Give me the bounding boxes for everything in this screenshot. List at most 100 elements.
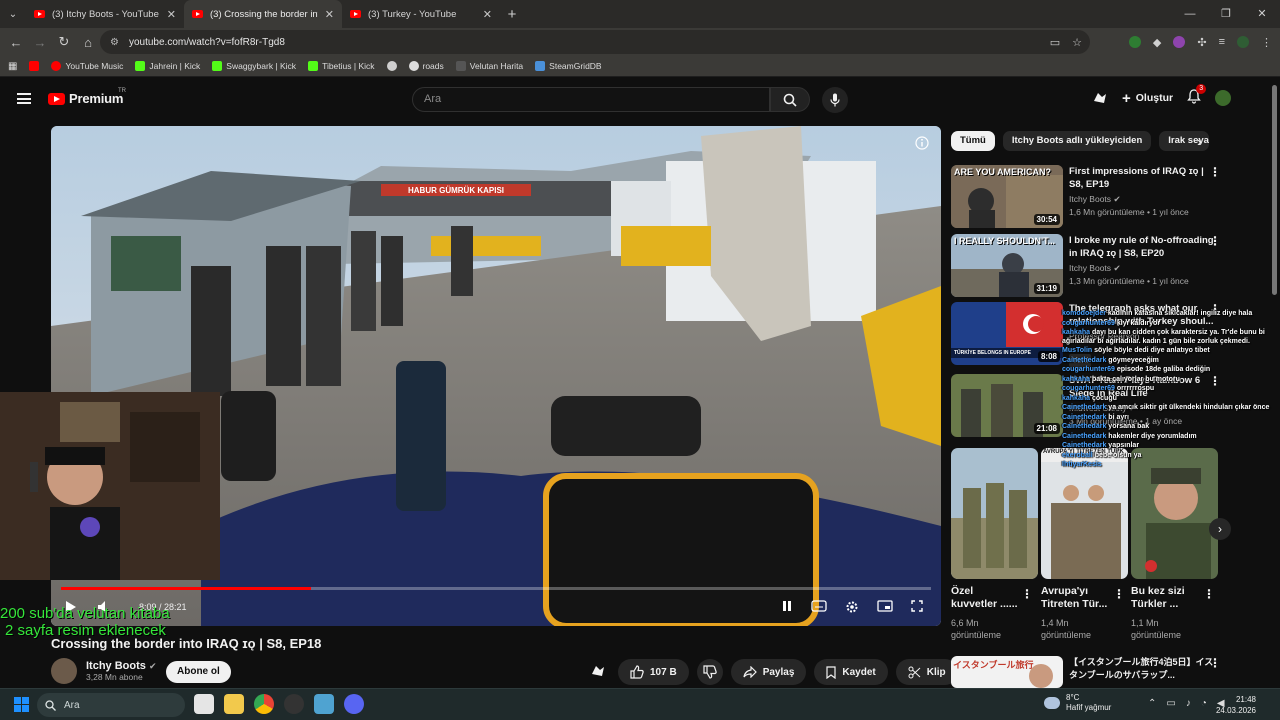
app-icon[interactable]	[314, 694, 334, 714]
more-vertical-icon[interactable]: ⋮	[1203, 587, 1215, 601]
windows-start-icon[interactable]	[14, 697, 29, 712]
address-bar[interactable]: ⚙ youtube.com/watch?v=fofR8r-Tgd8 ▭ ☆	[100, 30, 1090, 54]
home-icon[interactable]: ⌂	[76, 35, 100, 50]
search-button[interactable]	[770, 87, 810, 112]
video-title[interactable]: First impressions of IRAQ ɪǫ | S8, EP19	[1069, 165, 1219, 191]
recommendation-item[interactable]: イスタンブール旅行 【イスタンブール旅行4泊5日】イスタンブールのサバラップ..…	[951, 656, 1271, 688]
chip-iraq-travel[interactable]: Irak seyah	[1159, 131, 1210, 151]
video-thumbnail[interactable]: イスタンブール旅行	[951, 656, 1063, 688]
dislike-button[interactable]	[696, 659, 723, 685]
extension-game-icon[interactable]	[1092, 91, 1108, 105]
close-window-icon[interactable]: ✕	[1244, 0, 1280, 28]
bookmark-roads[interactable]: roads	[408, 61, 444, 71]
clip-button[interactable]: Klip	[895, 659, 958, 685]
chip-from-uploader[interactable]: Itchy Boots adlı yükleyiciden	[1002, 131, 1152, 151]
extension-icon[interactable]	[1128, 36, 1141, 48]
close-tab-icon[interactable]: ✕	[483, 8, 492, 21]
bookmark-steamgriddb[interactable]: SteamGridDB	[535, 61, 602, 71]
channel-name[interactable]: Itchy Boots ✔	[86, 660, 157, 672]
channel-avatar[interactable]	[51, 658, 77, 684]
bookmark-velutan-harita[interactable]: Velutan Harita	[455, 61, 523, 71]
video-thumbnail[interactable]: ARE YOU AMERICAN? 30:54	[951, 165, 1063, 228]
microphone-icon[interactable]: ♪	[1186, 698, 1191, 709]
extension-diamond-icon[interactable]: ◆	[1153, 36, 1161, 49]
game-controller-icon[interactable]	[590, 664, 606, 681]
apps-grid-icon[interactable]: ▦	[8, 61, 17, 72]
save-button[interactable]: Kaydet	[814, 659, 888, 685]
bookmark-star-icon[interactable]: ☆	[1072, 36, 1082, 49]
more-vertical-icon[interactable]: ⋮	[1021, 587, 1033, 601]
video-title[interactable]: 【イスタンブール旅行4泊5日】イスタンブールのサバラップ...	[1069, 656, 1219, 682]
search-input[interactable]: Ara	[412, 87, 770, 112]
subtitles-icon[interactable]	[811, 600, 827, 617]
bookmark-jahrein[interactable]: Jahrein | Kick	[135, 61, 200, 71]
settings-gear-icon[interactable]	[845, 600, 859, 617]
more-vertical-icon[interactable]: ⋮	[1209, 165, 1221, 179]
subscribe-button[interactable]: Abone ol	[166, 661, 231, 683]
more-vertical-icon[interactable]: ⋮	[1209, 234, 1221, 248]
browser-tab-3[interactable]: (3) Turkey - YouTube ✕	[342, 0, 500, 28]
profile-avatar[interactable]	[1237, 36, 1249, 48]
fullscreen-icon[interactable]	[911, 600, 923, 617]
bookmark-youtube[interactable]	[29, 61, 40, 71]
bookmark-globe[interactable]	[386, 61, 397, 71]
short-thumbnail[interactable]	[951, 448, 1038, 579]
task-view-icon[interactable]	[194, 694, 214, 714]
video-title[interactable]: I broke my rule of No-offroading in IRAQ…	[1069, 234, 1219, 260]
recommendation-item[interactable]: I REALLY SHOULDN'T... 31:19 I broke my r…	[951, 234, 1271, 298]
cast-icon[interactable]: ▭	[1050, 36, 1060, 49]
short-title[interactable]: Avrupa'yı Titreten Tür...	[1041, 585, 1113, 611]
short-title[interactable]: Bu kez sizi Türkler ...	[1131, 585, 1201, 611]
obs-icon[interactable]	[284, 694, 304, 714]
reading-list-icon[interactable]: ≡	[1219, 36, 1225, 48]
shorts-next-chevron-icon[interactable]: ›	[1209, 518, 1231, 540]
discord-icon[interactable]	[344, 694, 364, 714]
site-info-icon[interactable]: ⚙	[110, 37, 119, 48]
bookmark-tibetius[interactable]: Tibetius | Kick	[308, 61, 375, 71]
chevron-up-icon[interactable]: ⌃	[1148, 698, 1156, 709]
chip-all[interactable]: Tümü	[951, 131, 995, 151]
close-tab-icon[interactable]: ✕	[325, 8, 334, 21]
channel-name[interactable]: Itchy Boots ✔	[1069, 193, 1121, 206]
browser-tab-1[interactable]: (3) Itchy Boots - YouTube ✕	[26, 0, 184, 28]
new-tab-button[interactable]: +	[500, 6, 524, 23]
notifications-button[interactable]: 3	[1187, 84, 1207, 107]
reload-icon[interactable]: ↻	[52, 34, 76, 50]
info-icon[interactable]	[915, 136, 929, 153]
video-thumbnail[interactable]: 21:08	[951, 374, 1063, 437]
extension-icon[interactable]	[1173, 36, 1186, 48]
video-thumbnail[interactable]: I REALLY SHOULDN'T... 31:19	[951, 234, 1063, 297]
like-button[interactable]: 107 B	[618, 659, 689, 685]
extensions-puzzle-icon[interactable]: ✣	[1197, 36, 1206, 49]
video-thumbnail[interactable]: TÜRKİYE BELONGS IN EUROPE 8:08	[951, 302, 1063, 365]
bookmark-swaggybark[interactable]: Swaggybark | Kick	[212, 61, 296, 71]
tab-search-menu-button[interactable]: ⌄	[0, 0, 26, 28]
system-clock[interactable]: 21:48 24.03.2026	[1216, 694, 1256, 716]
close-tab-icon[interactable]: ✕	[167, 8, 176, 21]
browser-tab-2[interactable]: (3) Crossing the border into IRAQ ✕	[184, 0, 342, 28]
hamburger-menu-icon[interactable]	[17, 93, 31, 104]
weather-widget[interactable]: 8°C Hafif yağmur	[1044, 693, 1111, 713]
video-progress-bar[interactable]	[61, 587, 931, 590]
chrome-icon[interactable]	[254, 694, 274, 714]
youtube-premium-logo[interactable]: Premium TR	[48, 88, 126, 106]
pause-icon[interactable]	[781, 600, 793, 617]
chevron-right-icon[interactable]: ›	[1197, 134, 1201, 149]
page-scrollbar[interactable]	[1272, 85, 1277, 295]
share-button[interactable]: Paylaş	[730, 659, 807, 685]
forward-arrow-icon[interactable]: →	[28, 35, 52, 50]
back-arrow-icon[interactable]: ←	[4, 35, 28, 50]
file-explorer-icon[interactable]	[224, 694, 244, 714]
more-vertical-icon[interactable]: ⋮	[1209, 656, 1221, 670]
channel-name[interactable]: Itchy Boots ✔	[1069, 262, 1121, 275]
network-icon[interactable]: ▭	[1166, 698, 1175, 709]
recommendation-item[interactable]: ARE YOU AMERICAN? 30:54 First impression…	[951, 165, 1271, 229]
create-button[interactable]: + Oluştur	[1122, 90, 1173, 107]
short-title[interactable]: Özel kuvvetler ......	[951, 585, 1021, 611]
restore-icon[interactable]: ❐	[1208, 0, 1244, 28]
bookmark-youtube-music[interactable]: YouTube Music	[51, 61, 123, 71]
account-avatar[interactable]	[1215, 90, 1232, 106]
wifi-icon[interactable]: ◔	[1201, 698, 1207, 709]
more-vertical-icon[interactable]: ⋮	[1113, 587, 1125, 601]
voice-search-button[interactable]	[822, 87, 848, 113]
